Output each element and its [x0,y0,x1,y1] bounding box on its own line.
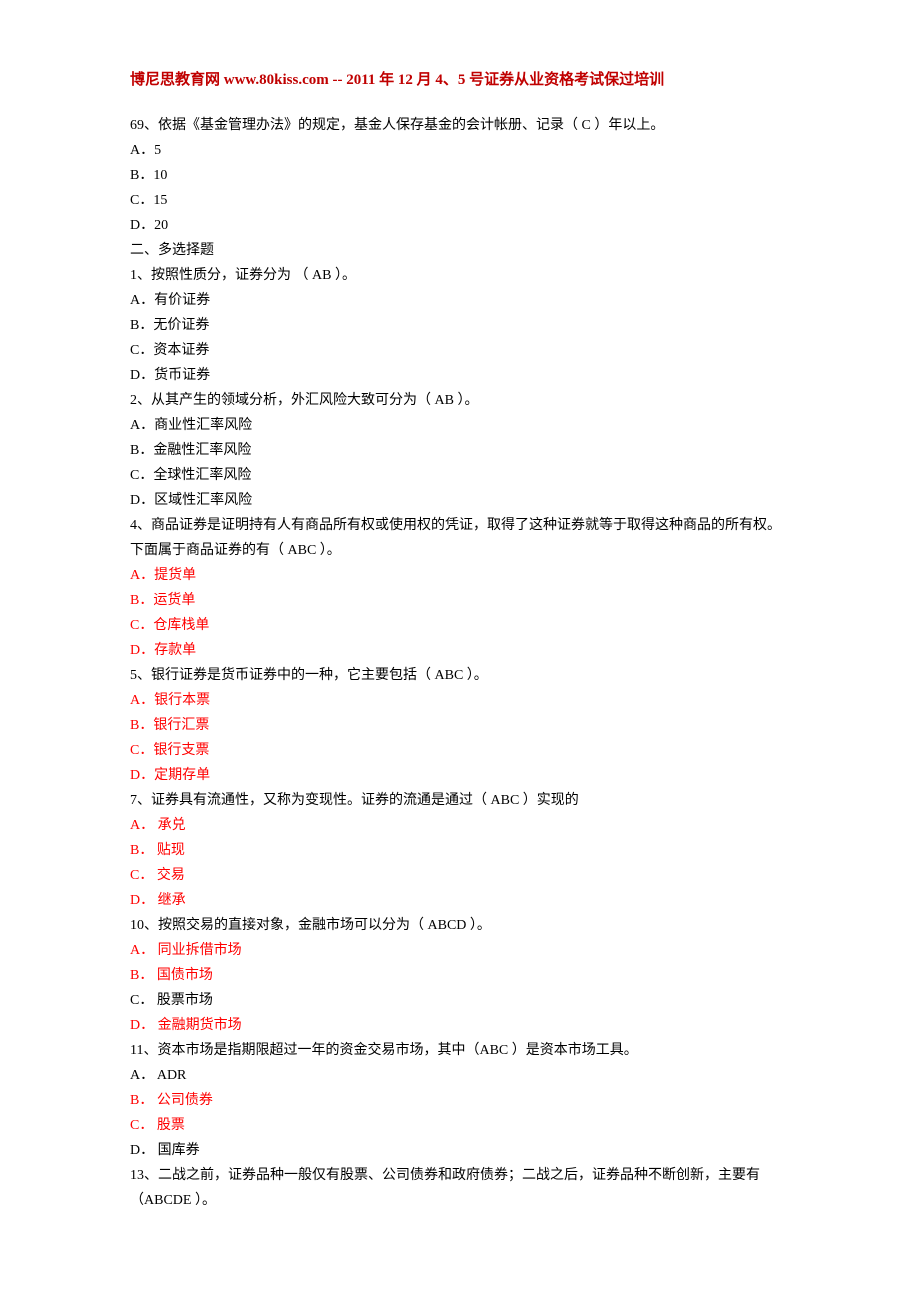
text-line: C．仓库栈单 [130,613,790,638]
text-line: B． 公司债券 [130,1088,790,1113]
text-line: 13、二战之前，证券品种一般仅有股票、公司债券和政府债券；二战之后，证券品种不断… [130,1163,790,1213]
text-line: C．资本证券 [130,338,790,363]
text-line: A．有价证券 [130,288,790,313]
text-line: D．区域性汇率风险 [130,488,790,513]
text-line: D． 继承 [130,888,790,913]
text-line: C．银行支票 [130,738,790,763]
text-line: B． 国债市场 [130,963,790,988]
text-line: 二、多选择题 [130,238,790,263]
text-line: B． 贴现 [130,838,790,863]
text-line: 69、依据《基金管理办法》的规定，基金人保存基金的会计帐册、记录（ C ）年以上… [130,113,790,138]
text-line: A．5 [130,138,790,163]
text-line: C．全球性汇率风险 [130,463,790,488]
text-line: D． 国库券 [130,1138,790,1163]
text-line: C． 股票市场 [130,988,790,1013]
text-line: A． 承兑 [130,813,790,838]
text-line: C． 股票 [130,1113,790,1138]
document-page: 博尼思教育网 www.80kiss.com -- 2011 年 12 月 4、5… [0,0,920,1302]
text-line: A． ADR [130,1063,790,1088]
text-line: 11、资本市场是指期限超过一年的资金交易市场，其中（ABC ）是资本市场工具。 [130,1038,790,1063]
text-line: D．货币证券 [130,363,790,388]
text-line: D．20 [130,213,790,238]
text-line: D．定期存单 [130,763,790,788]
text-line: 7、证券具有流通性，又称为变现性。证券的流通是通过（ ABC ）实现的 [130,788,790,813]
text-line: B．金融性汇率风险 [130,438,790,463]
text-line: A．提货单 [130,563,790,588]
text-line: 4、商品证券是证明持有人有商品所有权或使用权的凭证，取得了这种证券就等于取得这种… [130,513,790,563]
text-line: B．运货单 [130,588,790,613]
text-line: A． 同业拆借市场 [130,938,790,963]
text-line: 1、按照性质分，证券分为 （ AB ）。 [130,263,790,288]
text-line: C．15 [130,188,790,213]
page-header: 博尼思教育网 www.80kiss.com -- 2011 年 12 月 4、5… [130,68,790,93]
text-line: B．无价证券 [130,313,790,338]
text-line: 10、按照交易的直接对象，金融市场可以分为（ ABCD ）。 [130,913,790,938]
text-line: A．商业性汇率风险 [130,413,790,438]
text-line: 2、从其产生的领域分析，外汇风险大致可分为（ AB ）。 [130,388,790,413]
document-body: 69、依据《基金管理办法》的规定，基金人保存基金的会计帐册、记录（ C ）年以上… [130,113,790,1213]
text-line: A．银行本票 [130,688,790,713]
text-line: C． 交易 [130,863,790,888]
text-line: B．10 [130,163,790,188]
text-line: D． 金融期货市场 [130,1013,790,1038]
text-line: B．银行汇票 [130,713,790,738]
text-line: D．存款单 [130,638,790,663]
text-line: 5、银行证券是货币证券中的一种，它主要包括（ ABC ）。 [130,663,790,688]
